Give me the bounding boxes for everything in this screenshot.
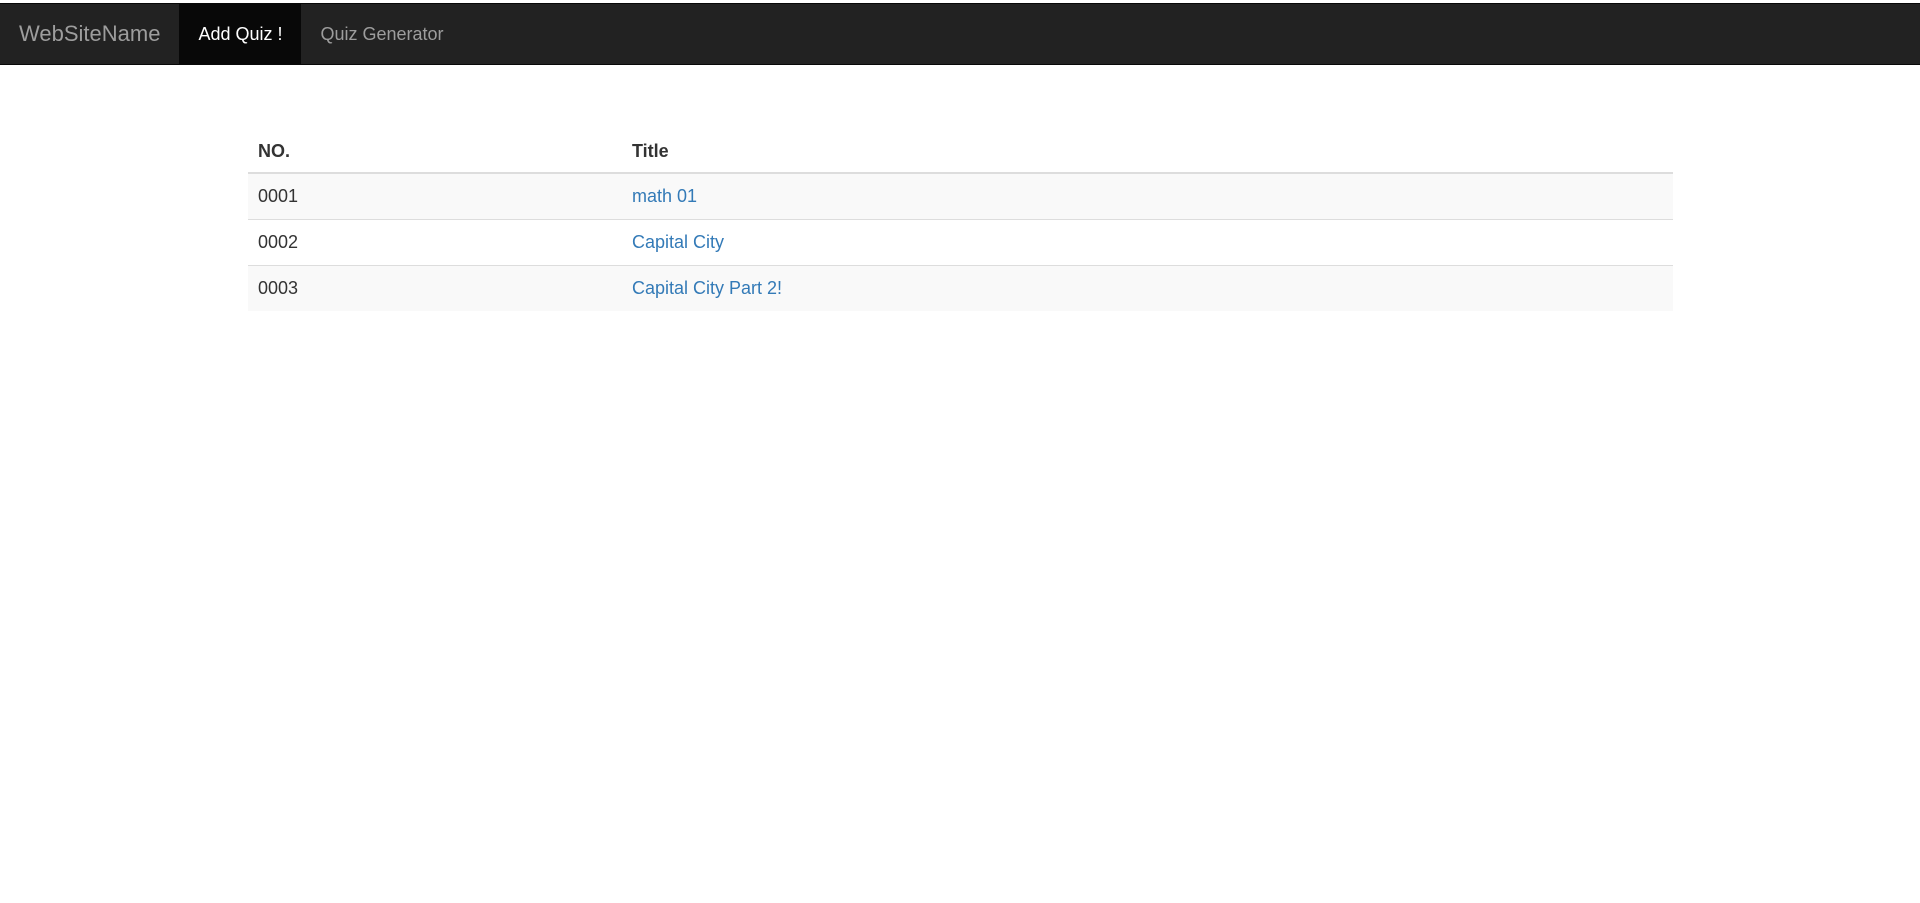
quiz-number: 0001	[248, 172, 622, 220]
top-navbar: WebSiteName Add Quiz ! Quiz Generator	[0, 3, 1920, 65]
nav-add-quiz[interactable]: Add Quiz !	[179, 4, 302, 64]
table-row: 0001 math 01	[248, 172, 1673, 220]
brand-link[interactable]: WebSiteName	[0, 4, 179, 64]
table-row: 0002 Capital City	[248, 219, 1673, 266]
quiz-number: 0003	[248, 265, 622, 311]
quiz-title-link[interactable]: Capital City	[632, 232, 724, 252]
header-no: NO.	[248, 130, 622, 174]
quiz-title-link[interactable]: math 01	[632, 186, 697, 206]
quiz-number: 0002	[248, 219, 622, 266]
quiz-title-cell: math 01	[622, 172, 1673, 220]
header-title: Title	[622, 130, 1673, 174]
table-header-row: NO. Title	[248, 130, 1673, 174]
main-content: NO. Title 0001 math 01 0002 Capital City…	[248, 130, 1673, 311]
table-row: 0003 Capital City Part 2!	[248, 265, 1673, 311]
quiz-title-cell: Capital City Part 2!	[622, 265, 1673, 311]
quiz-table: NO. Title 0001 math 01 0002 Capital City…	[248, 130, 1673, 311]
quiz-title-link[interactable]: Capital City Part 2!	[632, 278, 782, 298]
nav-quiz-generator[interactable]: Quiz Generator	[301, 4, 462, 64]
quiz-title-cell: Capital City	[622, 219, 1673, 266]
